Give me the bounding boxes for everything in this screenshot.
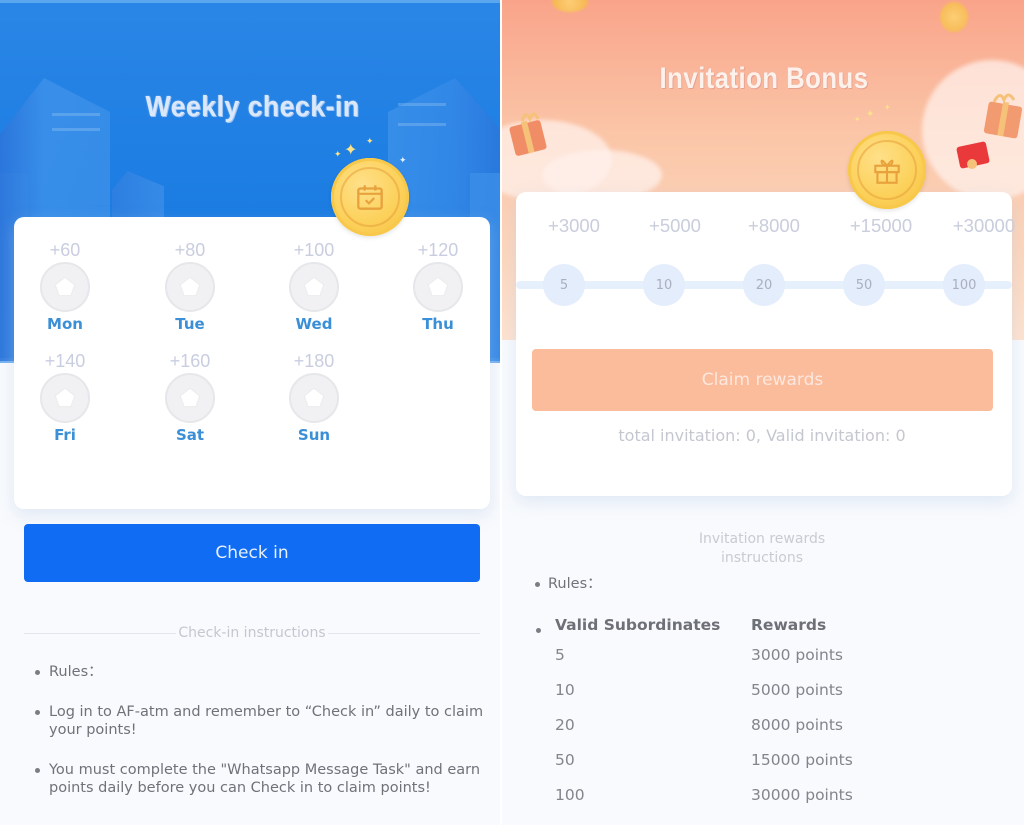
table-header-rewards: Rewards bbox=[751, 616, 827, 634]
star-icon bbox=[40, 373, 90, 423]
day-points: +80 bbox=[174, 240, 206, 260]
star-icon bbox=[289, 373, 339, 423]
checkin-instructions-title: Check-in instructions bbox=[178, 625, 326, 641]
gift-decoration-icon bbox=[983, 93, 1023, 139]
tier-points: +8000 bbox=[748, 215, 800, 236]
red-envelope-icon bbox=[956, 141, 990, 169]
star-icon bbox=[413, 262, 463, 312]
day-slot-sat[interactable]: +160 Sat bbox=[140, 350, 240, 445]
day-label: Fri bbox=[54, 426, 76, 444]
tier-points: +5000 bbox=[649, 215, 701, 236]
day-points: +160 bbox=[169, 351, 211, 371]
invitation-instructions-title: Invitation rewards instructions bbox=[698, 531, 826, 566]
divider-line bbox=[24, 632, 177, 634]
tier-node: 100 bbox=[943, 264, 985, 306]
day-slot-mon[interactable]: +60 Mon bbox=[15, 239, 115, 334]
day-label: Sat bbox=[175, 426, 205, 444]
day-label: Sun bbox=[297, 426, 331, 444]
gift-decoration-icon bbox=[509, 112, 547, 156]
gift-icon bbox=[848, 131, 926, 209]
coin-decoration bbox=[552, 0, 588, 12]
calendar-check-icon bbox=[331, 158, 409, 236]
check-in-button[interactable]: Check in bbox=[24, 524, 480, 582]
day-label: Tue bbox=[175, 315, 205, 333]
day-points: +180 bbox=[293, 351, 335, 371]
sparkle-icon: ✦ bbox=[884, 103, 891, 112]
star-icon bbox=[165, 373, 215, 423]
tier-node: 5 bbox=[543, 264, 585, 306]
star-icon bbox=[40, 262, 90, 312]
tier-points: +15000 bbox=[849, 215, 913, 236]
checkin-days-card: +60 Mon +80 Tue +100 Wed +120 Thu +140 F… bbox=[14, 217, 490, 509]
invitation-stats: total invitation: 0, Valid invitation: 0 bbox=[618, 426, 906, 445]
day-slot-thu[interactable]: +120 Thu bbox=[388, 239, 488, 334]
day-label: Mon bbox=[47, 315, 83, 333]
invitation-title: Invitation Bonus bbox=[659, 62, 869, 95]
sparkle-icon: ✦ bbox=[866, 109, 875, 120]
tier-points: +30000 bbox=[952, 215, 1016, 236]
day-slot-sun[interactable]: +180 Sun bbox=[264, 350, 364, 445]
rule-item: Log in to AF-atm and remember to “Check … bbox=[33, 703, 488, 739]
invitation-bonus-panel: Invitation Bonus +3000 +5000 +8000 +1500… bbox=[500, 0, 1024, 825]
checkin-title: Weekly check-in bbox=[145, 91, 360, 123]
day-slot-fri[interactable]: +140 Fri bbox=[15, 350, 115, 445]
coin-decoration bbox=[940, 2, 968, 32]
sparkle-icon: ✦ bbox=[344, 140, 358, 159]
day-points: +100 bbox=[293, 240, 335, 260]
day-label: Thu bbox=[422, 315, 454, 333]
table-header-subordinates: Valid Subordinates bbox=[555, 616, 721, 634]
table-cell-count: 20 bbox=[555, 716, 575, 734]
table-cell-count: 10 bbox=[555, 681, 575, 699]
invitation-rules-label: Rules： bbox=[535, 572, 602, 593]
invitation-tiers-card bbox=[516, 192, 1012, 496]
table-cell-count: 5 bbox=[555, 646, 565, 664]
day-slot-wed[interactable]: +100 Wed bbox=[264, 239, 364, 334]
tier-node: 10 bbox=[643, 264, 685, 306]
day-points: +60 bbox=[49, 240, 81, 260]
star-icon bbox=[289, 262, 339, 312]
rule-item: Rules： bbox=[33, 663, 488, 681]
table-cell-count: 50 bbox=[555, 751, 575, 769]
table-cell-reward: 3000 points bbox=[751, 646, 843, 664]
sparkle-icon: ✦ bbox=[399, 156, 407, 166]
rule-item: You must complete the "Whatsapp Message … bbox=[33, 761, 488, 797]
sparkle-icon: ✦ bbox=[334, 150, 342, 160]
day-label: Wed bbox=[295, 315, 333, 333]
star-icon bbox=[165, 262, 215, 312]
bullet bbox=[536, 628, 541, 633]
table-cell-count: 100 bbox=[555, 786, 585, 804]
tier-node: 20 bbox=[743, 264, 785, 306]
day-points: +120 bbox=[417, 240, 459, 260]
table-cell-reward: 5000 points bbox=[751, 681, 843, 699]
sparkle-icon: ✦ bbox=[366, 137, 374, 147]
tier-node: 50 bbox=[843, 264, 885, 306]
building-window bbox=[52, 128, 100, 131]
day-slot-tue[interactable]: +80 Tue bbox=[140, 239, 240, 334]
table-cell-reward: 15000 points bbox=[751, 751, 853, 769]
table-cell-reward: 8000 points bbox=[751, 716, 843, 734]
checkin-instructions-divider: Check-in instructions bbox=[24, 624, 481, 642]
checkin-rules-list: Rules： Log in to AF-atm and remember to … bbox=[33, 663, 488, 811]
day-points: +140 bbox=[44, 351, 86, 371]
divider-line bbox=[327, 632, 481, 634]
sparkle-icon: ✦ bbox=[854, 115, 861, 124]
tier-points: +3000 bbox=[548, 215, 600, 236]
weekly-checkin-panel: Weekly check-in +60 Mon +80 Tue +100 Wed… bbox=[0, 0, 500, 825]
claim-rewards-button[interactable]: Claim rewards bbox=[532, 349, 993, 411]
table-cell-reward: 30000 points bbox=[751, 786, 853, 804]
